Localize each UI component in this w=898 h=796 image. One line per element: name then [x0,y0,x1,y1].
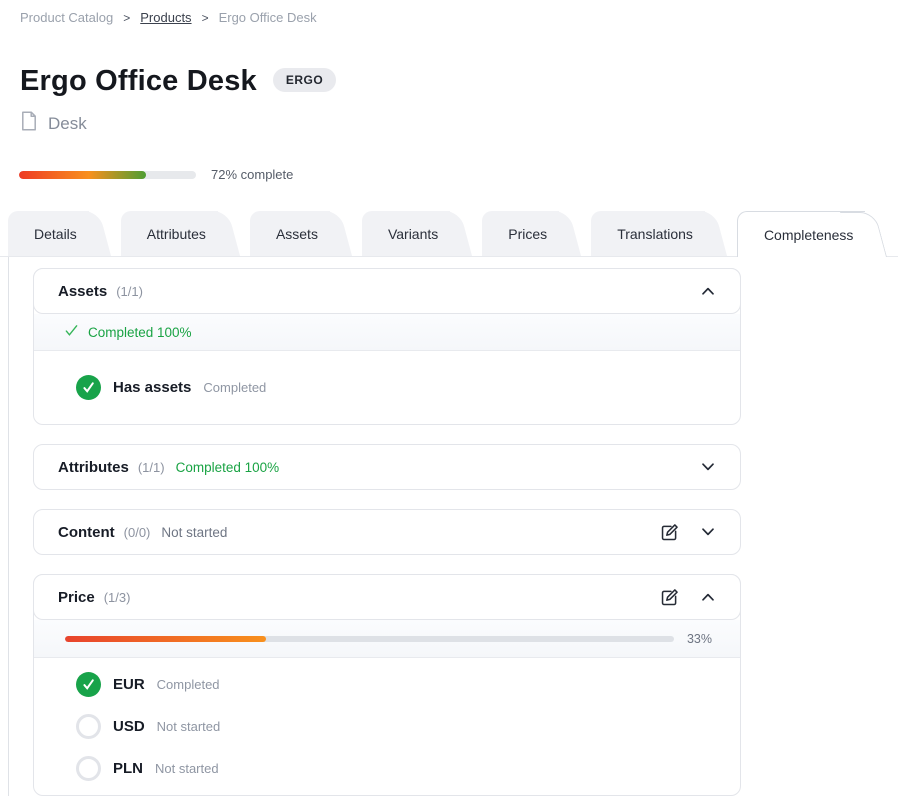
section-title: Content [58,524,115,541]
item-label: Has assets [113,379,191,396]
section-status-text: Completed 100% [176,460,280,475]
chevron-up-icon[interactable] [698,281,718,301]
section-rows: EUR Completed USD Not started PLN Not st… [34,658,740,795]
item-label: EUR [113,676,145,693]
section-progress-fill [65,636,266,642]
summary-text: Completed 100% [88,325,192,340]
section-rows: Has assets Completed [34,351,740,424]
item-label: USD [113,718,145,735]
section-header-content[interactable]: Content (0/0) Not started [33,509,741,555]
section-count: (1/1) [116,284,143,299]
breadcrumb-item-ergo-office-desk: Ergo Office Desk [219,10,317,25]
item-status: Not started [155,761,219,776]
tab-bar: Details Attributes Assets Variants Price… [0,211,898,257]
section-assets: Assets (1/1) Completed 100% [33,268,741,425]
completed-check-icon [76,672,101,697]
tab-label: Attributes [147,226,206,242]
section-title: Attributes [58,459,129,476]
product-code-badge: ERGO [273,68,336,92]
overall-progress-bar [19,171,196,179]
title-row: Ergo Office Desk ERGO [20,65,898,97]
tab-label: Translations [617,226,693,242]
edit-icon[interactable] [659,587,680,608]
product-type-row: Desk [20,111,898,136]
overall-progress-fill [19,171,146,179]
edit-icon[interactable] [659,522,680,543]
tab-details[interactable]: Details [8,211,89,256]
tab-label: Variants [388,226,438,242]
section-header-attributes[interactable]: Attributes (1/1) Completed 100% [33,444,741,490]
section-header-assets[interactable]: Assets (1/1) [33,268,741,314]
page-title: Ergo Office Desk [20,65,257,97]
file-icon [20,111,38,136]
tab-translations[interactable]: Translations [591,211,705,256]
chevron-down-icon[interactable] [698,457,718,477]
section-progress-label: 33% [687,632,712,646]
breadcrumb-item-products[interactable]: Products [140,10,191,25]
completeness-item-row: Has assets Completed [34,356,740,418]
section-count: (0/0) [124,525,151,540]
section-summary: Completed 100% [34,314,740,351]
completeness-item-row: PLN Not started [34,747,740,789]
section-header-price[interactable]: Price (1/3) [33,574,741,620]
section-title: Assets [58,283,107,300]
breadcrumb-separator: > [123,11,130,25]
chevron-down-icon[interactable] [698,522,718,542]
overall-progress-row: 72% complete [19,167,898,182]
product-type-label: Desk [48,114,87,134]
completeness-item-row: USD Not started [34,705,740,747]
item-status: Completed [203,380,266,395]
breadcrumb: Product Catalog > Products > Ergo Office Des… [0,0,898,25]
not-started-circle-icon [76,756,101,781]
chevron-up-icon[interactable] [698,587,718,607]
tab-attributes[interactable]: Attributes [121,211,218,256]
tab-completeness[interactable]: Completeness [737,211,866,257]
section-title: Price [58,589,95,606]
tab-label: Details [34,226,77,242]
tab-prices[interactable]: Prices [482,211,559,256]
product-page: Product Catalog > Products > Ergo Office Des… [0,0,898,796]
tab-label: Assets [276,226,318,242]
breadcrumb-item-product-catalog[interactable]: Product Catalog [20,10,113,25]
tab-assets[interactable]: Assets [250,211,330,256]
item-status: Completed [157,677,220,692]
completed-check-icon [76,375,101,400]
section-status-text: Not started [161,525,227,540]
tab-label: Prices [508,226,547,242]
completeness-item-row: EUR Completed [34,663,740,705]
overall-progress-label: 72% complete [211,167,293,182]
section-price: Price (1/3) 33% [33,574,741,796]
section-content: Content (0/0) Not started [33,509,741,555]
check-icon [64,323,79,341]
section-progress-row: 33% [34,620,740,658]
section-progress-bar [65,636,674,642]
item-label: PLN [113,760,143,777]
section-count: (1/3) [104,590,131,605]
section-count: (1/1) [138,460,165,475]
completeness-panel: Assets (1/1) Completed 100% [8,257,898,796]
item-status: Not started [157,719,221,734]
breadcrumb-separator: > [202,11,209,25]
tab-variants[interactable]: Variants [362,211,450,256]
tab-label: Completeness [764,227,854,243]
section-attributes: Attributes (1/1) Completed 100% [33,444,741,490]
not-started-circle-icon [76,714,101,739]
